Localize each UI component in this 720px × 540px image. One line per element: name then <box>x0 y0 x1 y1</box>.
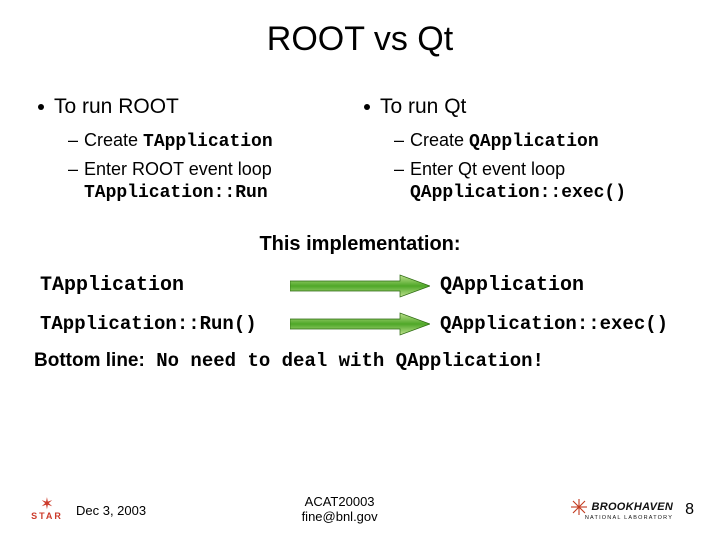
qt-item1-code: QApplication <box>469 132 599 152</box>
root-item-loop: –Enter ROOT event loop TApplication::Run <box>68 158 360 205</box>
dash-icon: – <box>394 129 404 152</box>
qt-item-create: –Create QApplication <box>394 129 686 154</box>
bottom-rest-b: QApplication <box>396 350 533 372</box>
map2-right: QApplication::exec() <box>440 313 680 335</box>
root-item2-pre: Enter ROOT event loop <box>84 159 272 179</box>
bullet-icon <box>38 104 44 110</box>
two-columns: To run ROOT –Create TApplication –Enter … <box>34 95 686 209</box>
heading-qt-text: To run Qt <box>380 95 466 118</box>
star-text: STAR <box>31 511 63 521</box>
bullet-icon <box>364 104 370 110</box>
star-logo: ✶ STAR <box>26 497 68 523</box>
bottom-lead: Bottom line: <box>34 350 145 371</box>
arrow-2 <box>280 312 440 336</box>
bottom-line: Bottom line: No need to deal with QAppli… <box>34 350 686 372</box>
dash-icon: – <box>68 129 78 152</box>
sunburst-icon <box>571 499 587 515</box>
qt-item1-pre: Create <box>410 130 469 150</box>
root-item1-code: TApplication <box>143 132 273 152</box>
heading-qt: To run Qt <box>360 95 686 119</box>
star-icon: ✶ <box>40 499 53 511</box>
arrow-icon <box>290 312 430 336</box>
heading-root: To run ROOT <box>34 95 360 119</box>
slide: ROOT vs Qt To run ROOT –Create TApplicat… <box>0 0 720 540</box>
footer-date: Dec 3, 2003 <box>76 503 146 518</box>
heading-root-text: To run ROOT <box>54 95 179 118</box>
mapping-row-1: TApplication QApplication <box>34 274 686 298</box>
column-qt: To run Qt –Create QApplication –Enter Qt… <box>360 95 686 209</box>
bottom-rest-c: ! <box>533 350 544 372</box>
arrow-icon <box>290 274 430 298</box>
bnl-name: BROOKHAVEN <box>591 501 673 513</box>
footer-left: ✶ STAR Dec 3, 2003 <box>26 497 146 523</box>
bnl-logo: BROOKHAVEN NATIONAL LABORATORY <box>533 497 673 523</box>
root-item2-code: TApplication::Run <box>84 183 268 203</box>
dash-icon: – <box>68 158 78 181</box>
arrow-1 <box>280 274 440 298</box>
qt-item-loop: –Enter Qt event loop QApplication::exec(… <box>394 158 686 205</box>
dash-icon: – <box>394 158 404 181</box>
map1-right: QApplication <box>440 274 680 297</box>
footer-email: fine@bnl.gov <box>302 510 378 525</box>
qt-item2-pre: Enter Qt event loop <box>410 159 565 179</box>
map2-left: TApplication::Run() <box>40 313 280 335</box>
bottom-rest-a: No need to deal with <box>145 350 396 372</box>
footer-center: ACAT20003 fine@bnl.gov <box>302 495 378 525</box>
slide-title: ROOT vs Qt <box>34 20 686 59</box>
page-number: 8 <box>685 501 694 519</box>
root-item-create: –Create TApplication <box>68 129 360 154</box>
qt-item2-code: QApplication::exec() <box>410 183 626 203</box>
map1-left: TApplication <box>40 274 280 297</box>
footer-right: BROOKHAVEN NATIONAL LABORATORY 8 <box>533 497 694 523</box>
mapping-row-2: TApplication::Run() QApplication::exec() <box>34 312 686 336</box>
column-root: To run ROOT –Create TApplication –Enter … <box>34 95 360 209</box>
root-item1-pre: Create <box>84 130 143 150</box>
bnl-sub: NATIONAL LABORATORY <box>585 515 673 521</box>
implementation-label: This implementation: <box>34 233 686 256</box>
footer-conf: ACAT20003 <box>302 495 378 510</box>
footer: ✶ STAR Dec 3, 2003 ACAT20003 fine@bnl.go… <box>0 490 720 530</box>
